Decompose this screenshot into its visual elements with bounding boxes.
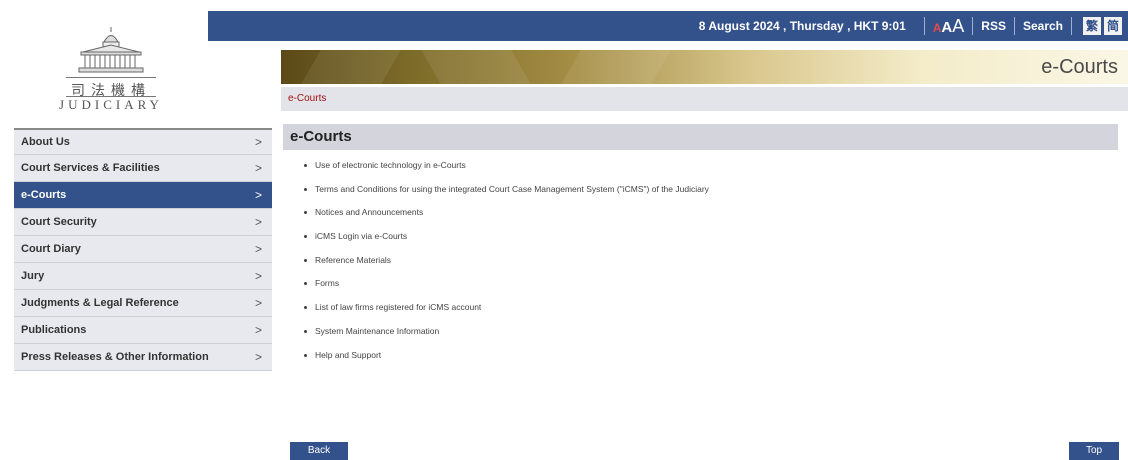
bullet-icon	[304, 353, 307, 357]
list-item: List of law firms registered for iCMS ac…	[300, 302, 709, 326]
font-size-large-button[interactable]: A	[952, 16, 964, 37]
court-building-icon	[78, 27, 144, 73]
bullet-icon	[304, 187, 307, 191]
sidebar-item-press-releases[interactable]: Press Releases & Other Information >	[14, 344, 272, 371]
back-button[interactable]: Back	[290, 442, 348, 460]
bullet-icon	[304, 164, 307, 167]
sidebar-item-judgments[interactable]: Judgments & Legal Reference >	[14, 290, 272, 317]
section-header: e-Courts	[283, 124, 1118, 150]
date-time: 8 August 2024 , Thursday , HKT 9:01	[698, 19, 906, 33]
divider	[923, 17, 925, 35]
page-banner: e-Courts	[281, 50, 1128, 84]
chevron-right-icon: >	[254, 135, 262, 149]
list-item: Reference Materials	[300, 255, 709, 279]
sidebar-item-publications[interactable]: Publications >	[14, 317, 272, 344]
bullet-icon	[304, 282, 307, 286]
e-courts-link-list: Use of electronic technology in e-Courts…	[300, 160, 709, 373]
sidebar-item-about-us[interactable]: About Us >	[14, 128, 272, 155]
sidebar-item-label: Judgments & Legal Reference	[21, 297, 179, 309]
top-bar-utilities: 8 August 2024 , Thursday , HKT 9:01 A A …	[699, 11, 1128, 41]
rss-link[interactable]: RSS	[981, 19, 1006, 33]
list-item: iCMS Login via e-Courts	[300, 231, 709, 255]
link-law-firms-list[interactable]: List of law firms registered for iCMS ac…	[315, 302, 481, 312]
search-link[interactable]: Search	[1023, 19, 1063, 33]
sidebar-item-court-services[interactable]: Court Services & Facilities >	[14, 155, 272, 182]
link-electronic-technology[interactable]: Use of electronic technology in e-Courts	[315, 160, 466, 170]
breadcrumb: e-Courts	[281, 87, 1128, 111]
sidebar-item-court-diary[interactable]: Court Diary >	[14, 236, 272, 263]
sidebar-item-label: Publications	[21, 324, 87, 336]
chevron-right-icon: >	[254, 269, 262, 283]
font-size-medium-button[interactable]: A	[941, 19, 952, 36]
lang-traditional-button[interactable]: 繁	[1083, 17, 1101, 35]
banner-decoration	[421, 50, 531, 84]
divider	[1013, 17, 1015, 35]
banner-title: e-Courts	[1041, 56, 1118, 78]
divider	[972, 17, 974, 35]
bullet-icon	[304, 235, 307, 239]
list-item: Terms and Conditions for using the integ…	[300, 184, 709, 208]
chevron-right-icon: >	[254, 350, 262, 364]
link-notices[interactable]: Notices and Announcements	[315, 207, 423, 217]
font-size-controls: A A A	[933, 16, 965, 37]
lang-simplified-button[interactable]: 简	[1104, 17, 1122, 35]
sidebar-item-label: e-Courts	[21, 189, 67, 201]
link-forms[interactable]: Forms	[315, 278, 339, 288]
sidebar-item-e-courts[interactable]: e-Courts >	[14, 182, 272, 209]
chevron-right-icon: >	[254, 188, 262, 202]
link-help-and-support[interactable]: Help and Support	[315, 350, 381, 360]
bullet-icon	[304, 306, 307, 310]
list-item: Forms	[300, 278, 709, 302]
sidebar-item-court-security[interactable]: Court Security >	[14, 209, 272, 236]
link-terms-and-conditions[interactable]: Terms and Conditions for using the integ…	[315, 184, 709, 194]
sidebar-item-label: Court Security	[21, 216, 97, 228]
list-item: System Maintenance Information	[300, 326, 709, 350]
bullet-icon	[304, 258, 307, 262]
link-system-maintenance[interactable]: System Maintenance Information	[315, 326, 439, 336]
banner-decoration	[561, 50, 671, 84]
logo-english-text: JUDICIARY	[59, 97, 163, 112]
logo-rule	[66, 77, 156, 78]
bullet-icon	[304, 211, 307, 215]
bullet-icon	[304, 329, 307, 333]
banner-decoration	[301, 50, 401, 84]
sidebar-nav: About Us > Court Services & Facilities >…	[14, 128, 272, 371]
breadcrumb-current[interactable]: e-Courts	[288, 93, 326, 104]
top-button[interactable]: Top	[1069, 442, 1119, 460]
page-title: e-Courts	[290, 128, 352, 145]
link-reference-materials[interactable]: Reference Materials	[315, 255, 391, 265]
sidebar-item-label: About Us	[21, 136, 70, 148]
sidebar-item-label: Court Diary	[21, 243, 81, 255]
sidebar-item-label: Jury	[21, 270, 45, 282]
font-size-small-button[interactable]: A	[933, 21, 942, 35]
chevron-right-icon: >	[254, 215, 262, 229]
list-item: Notices and Announcements	[300, 207, 709, 231]
chevron-right-icon: >	[254, 323, 262, 337]
sidebar-item-jury[interactable]: Jury >	[14, 263, 272, 290]
chevron-right-icon: >	[254, 242, 262, 256]
link-icms-login[interactable]: iCMS Login via e-Courts	[315, 231, 407, 241]
chevron-right-icon: >	[254, 296, 262, 310]
judiciary-logo[interactable]: 司法機構 JUDICIARY	[14, 0, 208, 122]
list-item: Help and Support	[300, 350, 709, 374]
sidebar-item-label: Court Services & Facilities	[21, 162, 160, 174]
divider	[1071, 17, 1072, 35]
sidebar-item-label: Press Releases & Other Information	[21, 351, 209, 363]
list-item: Use of electronic technology in e-Courts	[300, 160, 709, 184]
chevron-right-icon: >	[254, 161, 262, 175]
